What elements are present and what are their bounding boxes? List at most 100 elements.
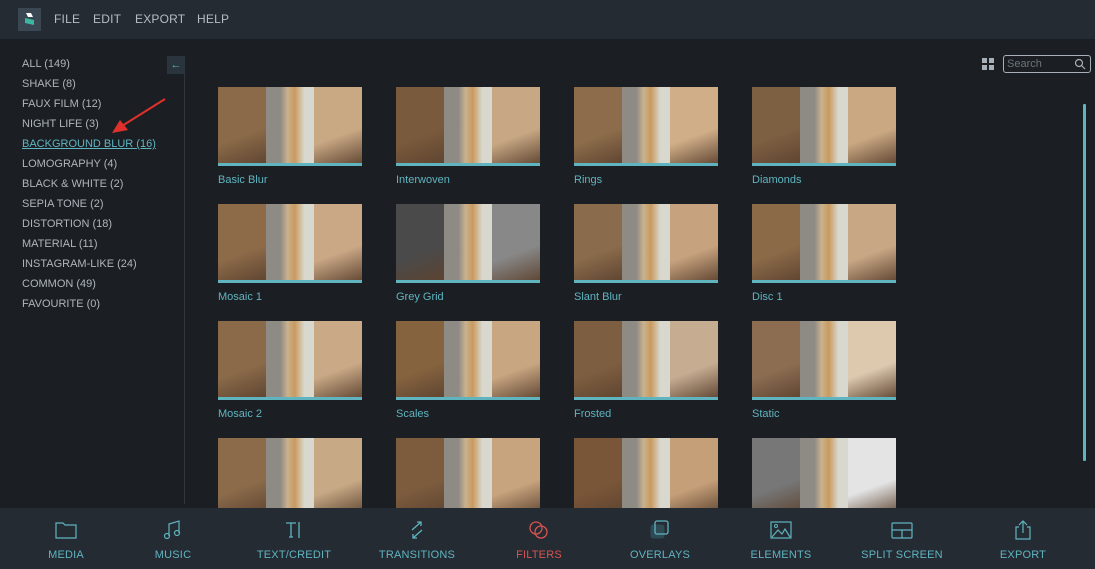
tab-music[interactable]: MUSIC	[123, 508, 223, 569]
thumbnail-panel	[444, 87, 492, 166]
thumbnail-panel	[622, 321, 670, 400]
category-item[interactable]: COMMON (49)	[22, 278, 96, 290]
menu-export[interactable]: EXPORT	[135, 12, 185, 26]
filter-tile[interactable]: Grey Grid	[396, 204, 540, 303]
scrollbar[interactable]	[1083, 104, 1086, 461]
thumbnail-panel	[492, 321, 540, 400]
filter-tile[interactable]: Mosaic 1	[218, 204, 362, 303]
thumbnail-panel	[574, 438, 622, 517]
tab-split-screen[interactable]: SPLIT SCREEN	[852, 508, 952, 569]
filter-tile[interactable]: Disc 1	[752, 204, 896, 303]
thumbnail-underline	[396, 163, 540, 166]
thumbnail-underline	[574, 163, 718, 166]
filter-tile[interactable]: Static	[752, 321, 896, 420]
share-export-icon	[1013, 519, 1033, 541]
filter-name: Mosaic 2	[218, 408, 263, 420]
thumbnail-underline	[218, 280, 362, 283]
search-input[interactable]	[1007, 57, 1075, 71]
overlay-squares-icon	[649, 519, 671, 541]
filter-name: Disc 1	[752, 291, 783, 303]
collapse-sidebar-button[interactable]: ←	[167, 56, 185, 74]
music-note-icon	[163, 519, 183, 541]
tab-filters[interactable]: FILTERS	[489, 508, 589, 569]
filter-tile[interactable]: Basic Blur	[218, 87, 362, 186]
thumbnail-panel	[848, 438, 896, 517]
thumbnail-panel	[752, 438, 800, 517]
thumbnail-panel	[314, 438, 362, 517]
category-item[interactable]: INSTAGRAM-LIKE (24)	[22, 258, 137, 270]
tab-text-credit[interactable]: TEXT/CREDIT	[244, 508, 344, 569]
thumbnail-panel	[266, 438, 314, 517]
filter-thumbnail	[396, 204, 540, 283]
filter-name: Scales	[396, 408, 430, 420]
thumbnail-panel	[444, 204, 492, 283]
tab-label: MEDIA	[48, 549, 84, 561]
grid-view-icon[interactable]	[982, 58, 994, 70]
thumbnail-panel	[848, 204, 896, 283]
tab-label: EXPORT	[999, 549, 1047, 561]
menu-edit[interactable]: EDIT	[93, 12, 121, 26]
tab-label: TEXT/CREDIT	[256, 549, 332, 561]
search-icon[interactable]	[1074, 58, 1086, 70]
tab-media[interactable]: MEDIA	[16, 508, 116, 569]
search-box[interactable]	[1003, 55, 1091, 73]
thumbnail-panel	[574, 321, 622, 400]
category-item[interactable]: ALL (149)	[22, 58, 70, 70]
category-item[interactable]: FAUX FILM (12)	[22, 98, 101, 110]
filter-tile[interactable]	[574, 438, 718, 517]
thumbnail-panel	[848, 87, 896, 166]
category-item[interactable]: LOMOGRAPHY (4)	[22, 158, 117, 170]
thumbnail-panel	[800, 321, 848, 400]
filter-tile[interactable]	[752, 438, 896, 517]
thumbnail-panel	[752, 204, 800, 283]
tab-export[interactable]: EXPORT	[973, 508, 1073, 569]
category-item[interactable]: NIGHT LIFE (3)	[22, 118, 99, 130]
thumbnail-panel	[800, 87, 848, 166]
thumbnail-underline	[218, 163, 362, 166]
tab-label: ELEMENTS	[750, 549, 812, 561]
filter-name: Static	[752, 408, 780, 420]
menu-help[interactable]: HELP	[197, 12, 229, 26]
category-item[interactable]: MATERIAL (11)	[22, 238, 98, 250]
filter-thumbnail	[752, 438, 896, 517]
thumbnail-underline	[396, 280, 540, 283]
filter-tile[interactable]: Diamonds	[752, 87, 896, 186]
tab-transitions[interactable]: TRANSITIONS	[367, 508, 467, 569]
tab-elements[interactable]: ELEMENTS	[731, 508, 831, 569]
category-item[interactable]: DISTORTION (18)	[22, 218, 112, 230]
thumbnail-panel	[266, 87, 314, 166]
category-item[interactable]: SHAKE (8)	[22, 78, 76, 90]
thumbnail-panel	[266, 321, 314, 400]
filter-tile[interactable]	[218, 438, 362, 517]
filter-thumbnail	[218, 204, 362, 283]
menu-file[interactable]: FILE	[54, 12, 80, 26]
tab-overlays[interactable]: OVERLAYS	[610, 508, 710, 569]
filter-tile[interactable]: Rings	[574, 87, 718, 186]
category-item[interactable]: FAVOURITE (0)	[22, 298, 100, 310]
thumbnail-panel	[752, 87, 800, 166]
thumbnail-panel	[396, 204, 444, 283]
filter-name: Slant Blur	[574, 291, 622, 303]
filter-thumbnail	[396, 438, 540, 517]
filter-thumbnail	[396, 87, 540, 166]
thumbnail-panel	[314, 87, 362, 166]
category-item[interactable]: BLACK & WHITE (2)	[22, 178, 123, 190]
filter-tile[interactable]: Interwoven	[396, 87, 540, 186]
filter-tile[interactable]: Frosted	[574, 321, 718, 420]
filter-name: Rings	[574, 174, 603, 186]
thumbnail-panel	[622, 438, 670, 517]
filter-tile[interactable]: Scales	[396, 321, 540, 420]
filter-tile[interactable]	[396, 438, 540, 517]
filter-name: Grey Grid	[396, 291, 444, 303]
tab-label: OVERLAYS	[629, 549, 691, 561]
filter-thumbnail	[574, 204, 718, 283]
filter-tile[interactable]: Mosaic 2	[218, 321, 362, 420]
category-item[interactable]: SEPIA TONE (2)	[22, 198, 104, 210]
image-icon	[769, 519, 793, 541]
thumbnail-panel	[218, 321, 266, 400]
thumbnail-underline	[752, 280, 896, 283]
filter-tile[interactable]: Slant Blur	[574, 204, 718, 303]
thumbnail-panel	[444, 438, 492, 517]
category-item[interactable]: BACKGROUND BLUR (16)	[22, 138, 156, 150]
thumbnail-underline	[218, 397, 362, 400]
